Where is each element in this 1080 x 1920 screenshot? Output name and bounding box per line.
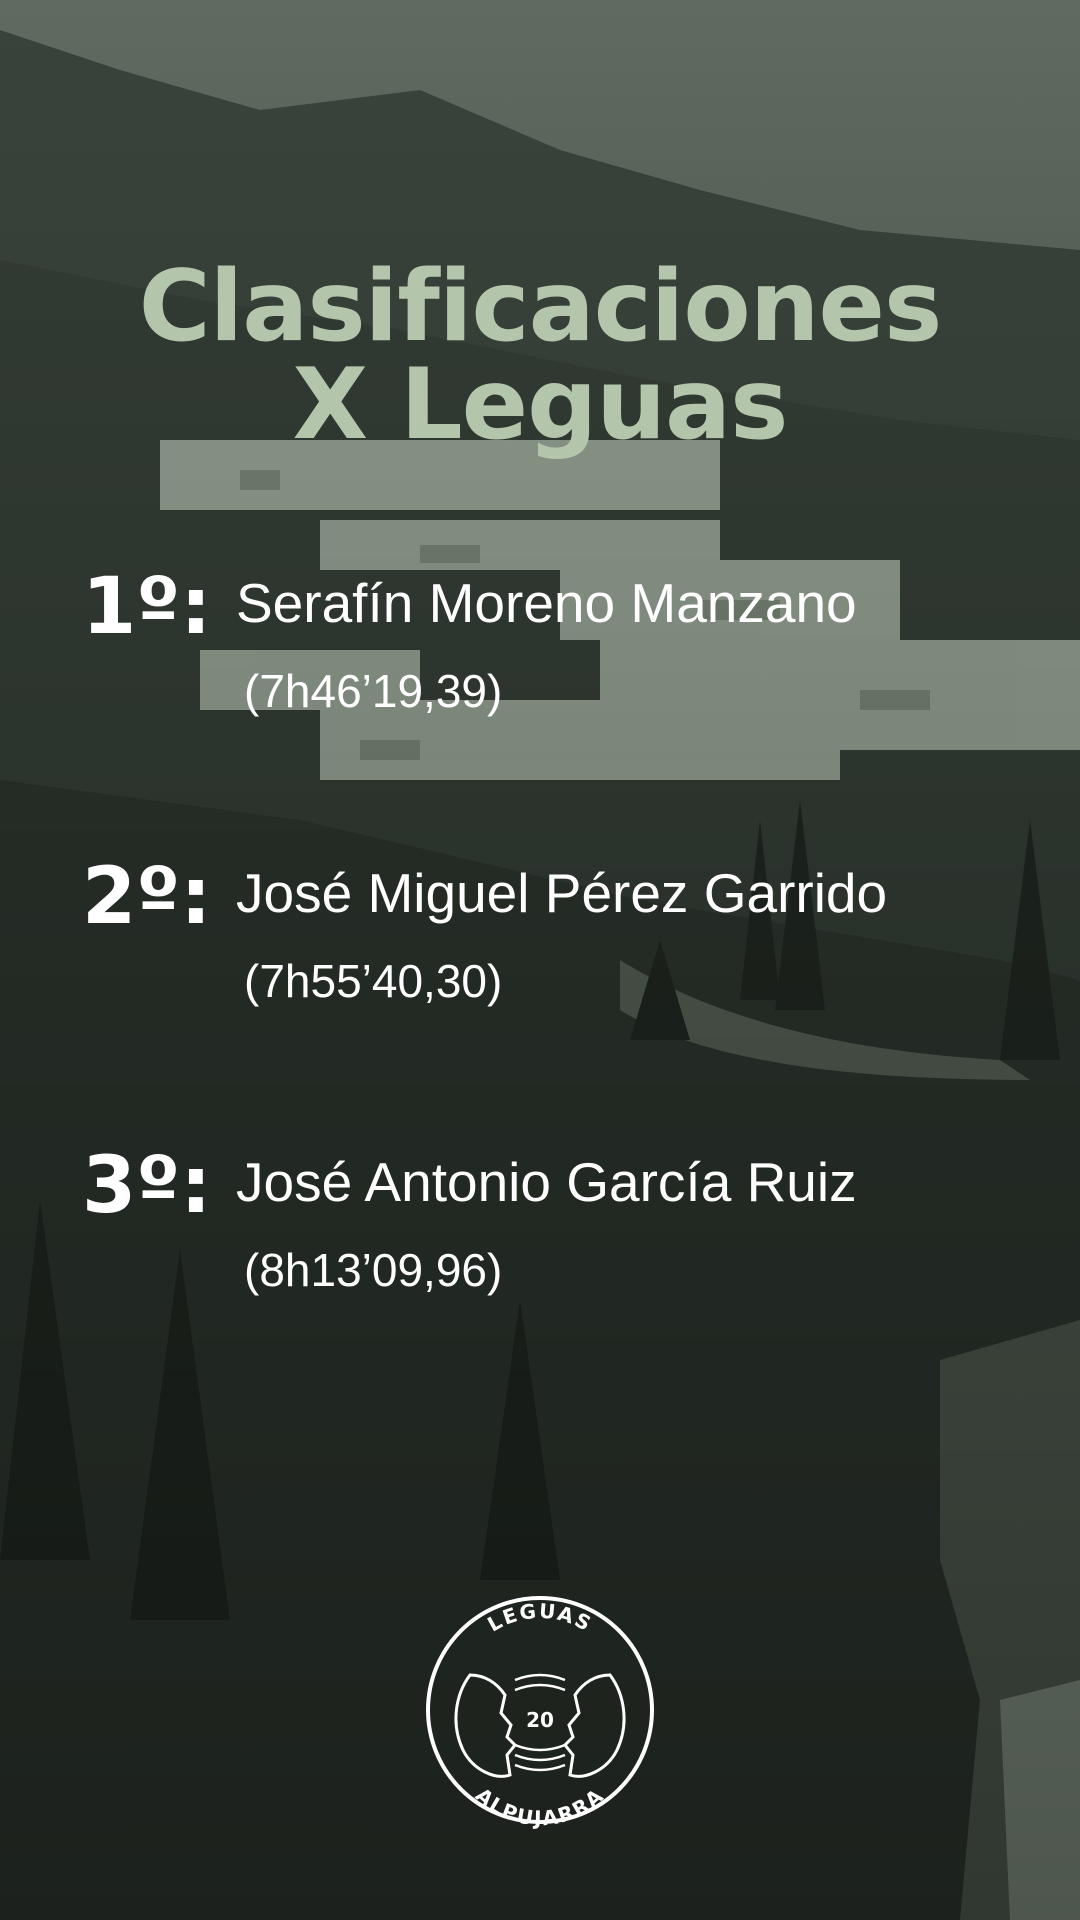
result-third: 3º: José Antonio García Ruiz (8h13’09,96…	[82, 1147, 1062, 1307]
result-first: 1º: Serafín Moreno Manzano (7h46’19,39)	[82, 568, 1062, 728]
athlete-name: José Miguel Pérez Garrido	[236, 862, 888, 924]
left-profile-icon	[454, 1673, 518, 1778]
finish-time: (7h46’19,39)	[244, 665, 503, 717]
rank-label: 3º:	[82, 1141, 212, 1231]
finish-time: (7h55’40,30)	[244, 955, 503, 1007]
rank-label: 2º:	[82, 852, 212, 942]
rank-label: 1º:	[82, 562, 212, 652]
title-line-1: Clasificaciones	[138, 250, 943, 364]
title-line-2: X Leguas	[292, 348, 789, 462]
page-title: Clasificaciones X Leguas	[0, 258, 1080, 454]
right-profile-icon	[562, 1673, 626, 1778]
finish-time: (8h13’09,96)	[244, 1244, 503, 1296]
athlete-name: Serafín Moreno Manzano	[236, 572, 857, 634]
athlete-name: José Antonio García Ruiz	[236, 1151, 857, 1213]
alpujarra-leguas-logo: LEGUAS ALPUJARRA 20	[426, 1596, 654, 1831]
logo-bottom-text: ALPUJARRA	[471, 1783, 609, 1831]
result-second: 2º: José Miguel Pérez Garrido (7h55’40,3…	[82, 858, 1062, 1018]
logo-center-number: 20	[526, 1708, 554, 1732]
